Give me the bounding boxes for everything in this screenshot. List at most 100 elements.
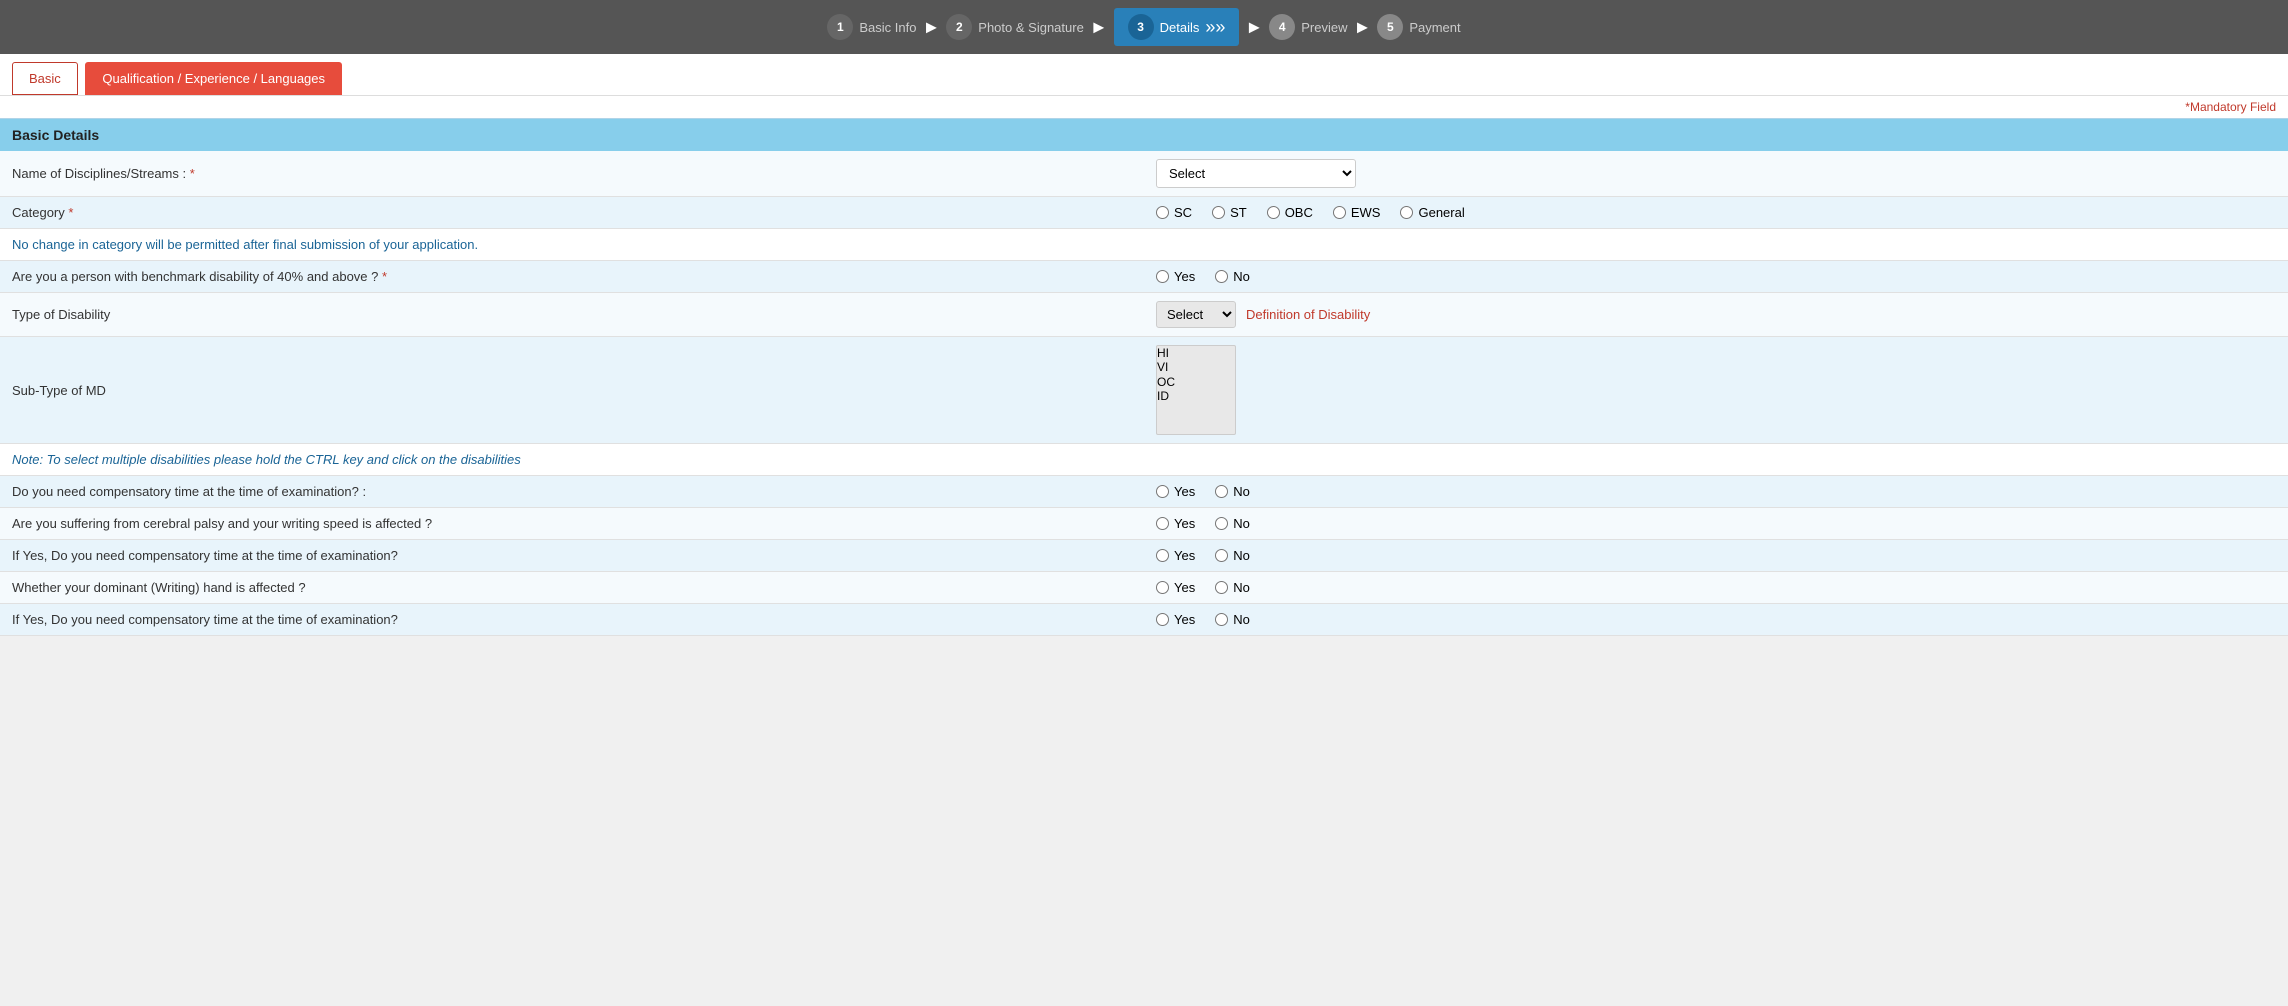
note-text-cell: Note: To select multiple disabilities pl…	[0, 444, 2288, 476]
wizard-step-5[interactable]: 5 Payment	[1377, 14, 1460, 40]
row-dominant-hand: Whether your dominant (Writing) hand is …	[0, 572, 2288, 604]
radio-if-yes-comp2-no[interactable]	[1215, 613, 1228, 626]
if-yes-compensatory-label: If Yes, Do you need compensatory time at…	[0, 540, 1144, 572]
compensatory-yes[interactable]: Yes	[1156, 484, 1195, 499]
subtype-vi: VI	[1157, 360, 1235, 374]
tab-qualification[interactable]: Qualification / Experience / Languages	[85, 62, 342, 95]
disciplines-label: Name of Disciplines/Streams : *	[0, 151, 1144, 197]
disability-type-select[interactable]: Select	[1156, 301, 1236, 328]
if-yes-compensatory-radio-group: Yes No	[1156, 548, 2276, 563]
category-options-cell: SC ST OBC EWS	[1144, 197, 2288, 229]
if-yes-compensatory2-options-cell: Yes No	[1144, 604, 2288, 636]
radio-benchmark-yes[interactable]	[1156, 270, 1169, 283]
radio-st[interactable]	[1212, 206, 1225, 219]
disability-type-cell: Select Definition of Disability	[1144, 293, 2288, 337]
radio-benchmark-no[interactable]	[1215, 270, 1228, 283]
radio-dominant-yes[interactable]	[1156, 581, 1169, 594]
radio-sc[interactable]	[1156, 206, 1169, 219]
radio-cerebral-no[interactable]	[1215, 517, 1228, 530]
notice-text-cell: No change in category will be permitted …	[0, 229, 2288, 261]
step-3-arrows: »»	[1205, 17, 1225, 38]
disability-type-label: Type of Disability	[0, 293, 1144, 337]
disciplines-input-cell: Select	[1144, 151, 2288, 197]
if-yes-comp-yes[interactable]: Yes	[1156, 548, 1195, 563]
category-obc[interactable]: OBC	[1267, 205, 1313, 220]
step-label-5: Payment	[1409, 20, 1460, 35]
cerebral-palsy-options-cell: Yes No	[1144, 508, 2288, 540]
compensatory-no[interactable]: No	[1215, 484, 1250, 499]
arrow-3: ►	[1245, 17, 1263, 38]
category-label: Category *	[0, 197, 1144, 229]
tabs-bar: Basic Qualification / Experience / Langu…	[0, 54, 2288, 96]
wizard-step-2[interactable]: 2 Photo & Signature	[946, 14, 1084, 40]
radio-ews[interactable]	[1333, 206, 1346, 219]
dominant-no[interactable]: No	[1215, 580, 1250, 595]
arrow-1: ►	[922, 17, 940, 38]
dominant-hand-options-cell: Yes No	[1144, 572, 2288, 604]
category-ews[interactable]: EWS	[1333, 205, 1381, 220]
wizard-step-4[interactable]: 4 Preview	[1269, 14, 1347, 40]
step-num-3: 3	[1128, 14, 1154, 40]
if-yes-comp-no[interactable]: No	[1215, 548, 1250, 563]
row-benchmark: Are you a person with benchmark disabili…	[0, 261, 2288, 293]
radio-if-yes-comp2-yes[interactable]	[1156, 613, 1169, 626]
arrow-4: ►	[1354, 17, 1372, 38]
compensatory-options-cell: Yes No	[1144, 476, 2288, 508]
arrow-2: ►	[1090, 17, 1108, 38]
tab-basic[interactable]: Basic	[12, 62, 78, 95]
wizard-bar: 1 Basic Info ► 2 Photo & Signature ► 3 D…	[0, 0, 2288, 54]
section-header: Basic Details	[0, 118, 2288, 151]
cerebral-yes[interactable]: Yes	[1156, 516, 1195, 531]
row-if-yes-compensatory2: If Yes, Do you need compensatory time at…	[0, 604, 2288, 636]
row-notice: No change in category will be permitted …	[0, 229, 2288, 261]
row-if-yes-compensatory: If Yes, Do you need compensatory time at…	[0, 540, 2288, 572]
radio-general[interactable]	[1400, 206, 1413, 219]
if-yes-comp2-no[interactable]: No	[1215, 612, 1250, 627]
subtype-hi: HI	[1157, 346, 1235, 360]
disability-row: Select Definition of Disability	[1156, 301, 2276, 328]
wizard-step-1[interactable]: 1 Basic Info	[827, 14, 916, 40]
radio-if-yes-comp-no[interactable]	[1215, 549, 1228, 562]
mandatory-note: *Mandatory Field	[0, 96, 2288, 118]
step-num-4: 4	[1269, 14, 1295, 40]
benchmark-yes[interactable]: Yes	[1156, 269, 1195, 284]
subtype-cell: HI VI OC ID	[1144, 337, 2288, 444]
dominant-yes[interactable]: Yes	[1156, 580, 1195, 595]
subtype-oc: OC	[1157, 375, 1235, 389]
step-label-1: Basic Info	[859, 20, 916, 35]
radio-dominant-no[interactable]	[1215, 581, 1228, 594]
benchmark-label: Are you a person with benchmark disabili…	[0, 261, 1144, 293]
radio-if-yes-comp-yes[interactable]	[1156, 549, 1169, 562]
row-note: Note: To select multiple disabilities pl…	[0, 444, 2288, 476]
category-general[interactable]: General	[1400, 205, 1464, 220]
subtype-label: Sub-Type of MD	[0, 337, 1144, 444]
benchmark-no[interactable]: No	[1215, 269, 1250, 284]
row-disability-type: Type of Disability Select Definition of …	[0, 293, 2288, 337]
cerebral-no[interactable]: No	[1215, 516, 1250, 531]
row-compensatory: Do you need compensatory time at the tim…	[0, 476, 2288, 508]
radio-obc[interactable]	[1267, 206, 1280, 219]
row-subtype: Sub-Type of MD HI VI OC ID	[0, 337, 2288, 444]
step-label-4: Preview	[1301, 20, 1347, 35]
main-content: *Mandatory Field Basic Details Name of D…	[0, 96, 2288, 636]
row-disciplines: Name of Disciplines/Streams : * Select	[0, 151, 2288, 197]
category-sc[interactable]: SC	[1156, 205, 1192, 220]
radio-compensatory-yes[interactable]	[1156, 485, 1169, 498]
wizard-step-3[interactable]: 3 Details »»	[1114, 8, 1240, 46]
if-yes-compensatory-options-cell: Yes No	[1144, 540, 2288, 572]
if-yes-comp2-yes[interactable]: Yes	[1156, 612, 1195, 627]
step-num-1: 1	[827, 14, 853, 40]
category-radio-group: SC ST OBC EWS	[1156, 205, 2276, 220]
radio-compensatory-no[interactable]	[1215, 485, 1228, 498]
cerebral-palsy-radio-group: Yes No	[1156, 516, 2276, 531]
compensatory-radio-group: Yes No	[1156, 484, 2276, 499]
definition-link[interactable]: Definition of Disability	[1246, 307, 1370, 322]
dominant-hand-radio-group: Yes No	[1156, 580, 2276, 595]
cerebral-palsy-label: Are you suffering from cerebral palsy an…	[0, 508, 1144, 540]
benchmark-radio-group: Yes No	[1156, 269, 2276, 284]
category-st[interactable]: ST	[1212, 205, 1247, 220]
radio-cerebral-yes[interactable]	[1156, 517, 1169, 530]
disciplines-select[interactable]: Select	[1156, 159, 1356, 188]
row-cerebral-palsy: Are you suffering from cerebral palsy an…	[0, 508, 2288, 540]
subtype-listbox[interactable]: HI VI OC ID	[1156, 345, 1236, 435]
